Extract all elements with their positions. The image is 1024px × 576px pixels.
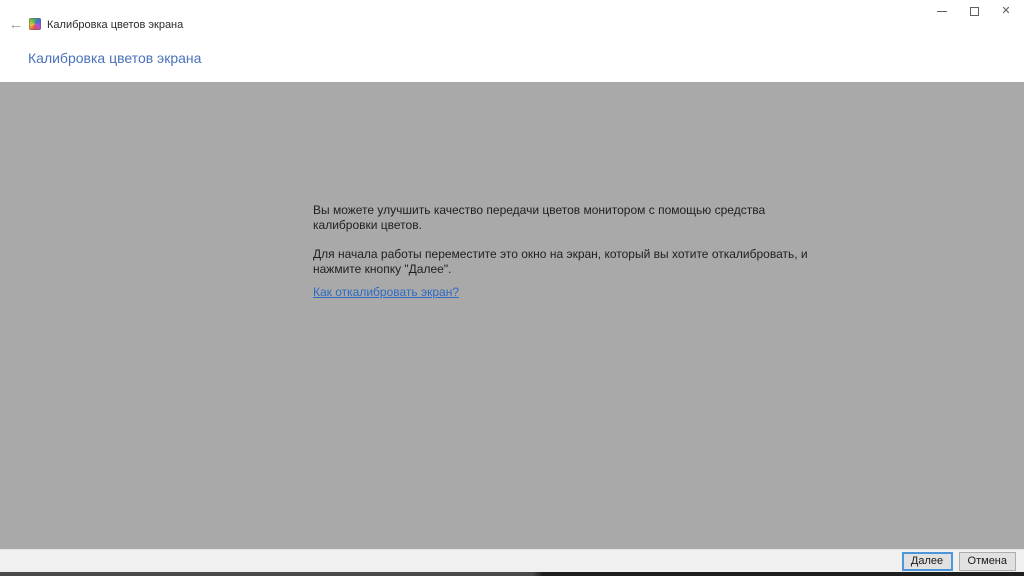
how-to-calibrate-link[interactable]: Как откалибровать экран?: [313, 285, 459, 300]
window-controls: ✕: [926, 0, 1022, 22]
maximize-button[interactable]: [958, 0, 990, 22]
content-area: Вы можете улучшить качество передачи цве…: [0, 82, 1024, 549]
back-button[interactable]: ←: [4, 14, 28, 34]
close-icon: ✕: [1001, 6, 1010, 17]
cancel-button[interactable]: Отмена: [959, 552, 1016, 571]
text-block: Вы можете улучшить качество передачи цве…: [313, 203, 743, 300]
next-button[interactable]: Далее: [902, 552, 953, 571]
close-button[interactable]: ✕: [990, 0, 1022, 22]
page-title: Калибровка цветов экрана: [28, 50, 201, 66]
display-calibration-icon: [29, 18, 41, 30]
instruction-paragraph-line: нажмите кнопку "Далее".: [313, 262, 743, 277]
header: ← Калибровка цветов экрана ✕ Калибровка …: [0, 0, 1024, 82]
intro-paragraph-line: Вы можете улучшить качество передачи цве…: [313, 203, 743, 218]
minimize-icon: [937, 11, 947, 12]
window-title: Калибровка цветов экрана: [47, 19, 183, 31]
display-color-calibration-window: ← Калибровка цветов экрана ✕ Калибровка …: [0, 0, 1024, 576]
footer-button-bar: Далее Отмена: [0, 549, 1024, 572]
minimize-button[interactable]: [926, 0, 958, 22]
instruction-paragraph-line: Для начала работы переместите это окно н…: [313, 247, 743, 262]
taskbar-strip: [0, 572, 1024, 576]
intro-paragraph-line: калибровки цветов.: [313, 218, 743, 233]
maximize-icon: [970, 7, 979, 16]
back-arrow-icon: ←: [9, 17, 24, 32]
